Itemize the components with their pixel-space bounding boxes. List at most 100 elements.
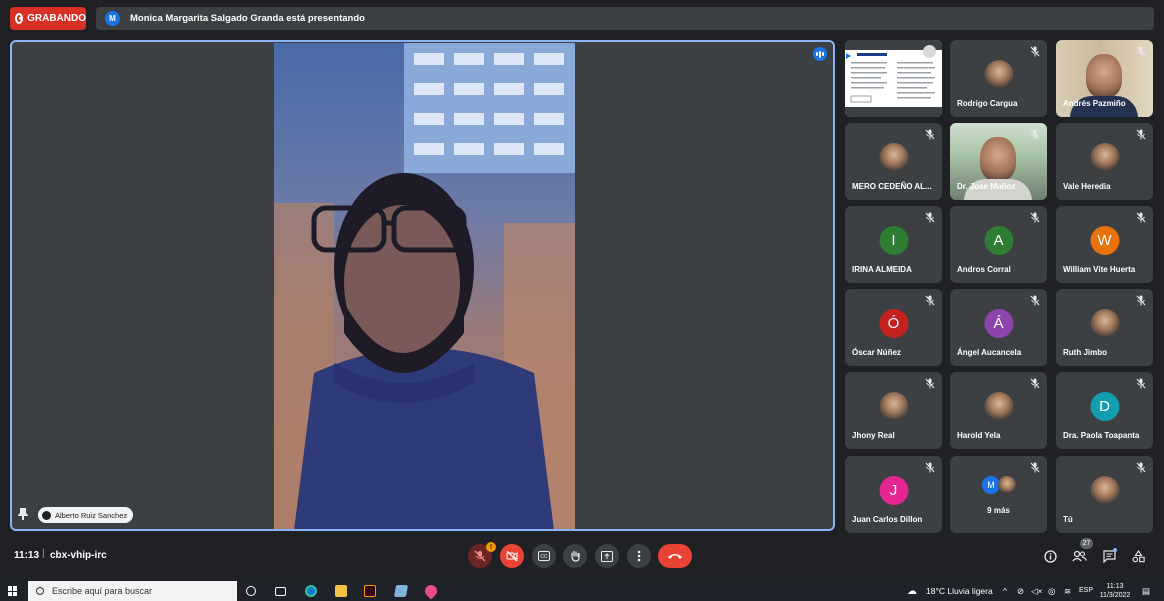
mic-off-icon bbox=[925, 129, 935, 140]
participant-avatar: I bbox=[879, 226, 908, 255]
participant-name: Dr. Jose Muñoz bbox=[957, 182, 1016, 191]
participant-tile[interactable]: Rodrigo Cargua bbox=[950, 40, 1047, 117]
pin-icon[interactable] bbox=[17, 507, 29, 521]
leave-call-button[interactable] bbox=[658, 544, 692, 568]
participant-avatar bbox=[984, 60, 1013, 89]
participant-avatar: Á bbox=[984, 309, 1013, 338]
people-button[interactable] bbox=[1071, 548, 1087, 564]
participant-name: 9 más bbox=[987, 506, 1010, 515]
camera-button[interactable] bbox=[500, 544, 524, 568]
participant-tile[interactable]: J Juan Carlos Dillon bbox=[845, 456, 942, 533]
participant-avatar bbox=[879, 143, 908, 172]
illustrator-icon[interactable] bbox=[364, 585, 376, 597]
volume-icon[interactable]: ◁× bbox=[1031, 586, 1043, 597]
info-icon bbox=[1043, 549, 1057, 563]
camera-off-icon bbox=[506, 550, 518, 562]
unpin-icon[interactable] bbox=[923, 45, 936, 58]
record-icon bbox=[15, 13, 24, 24]
wifi-icon[interactable]: ≋ bbox=[1064, 586, 1071, 597]
presenter-avatar: M bbox=[105, 11, 120, 26]
present-button[interactable] bbox=[595, 544, 619, 568]
participant-tile[interactable]: MERO CEDEÑO AL... bbox=[845, 123, 942, 200]
participant-tile[interactable]: Jhony Real bbox=[845, 372, 942, 449]
mic-off-icon bbox=[1136, 462, 1146, 473]
avatar-letter: M bbox=[987, 480, 995, 490]
mic-off-icon bbox=[1136, 46, 1146, 57]
mic-off-icon bbox=[1030, 295, 1040, 306]
participant-tile[interactable]: Á Ángel Aucancela bbox=[950, 289, 1047, 366]
edge-browser-icon[interactable] bbox=[305, 585, 317, 597]
notifications-icon[interactable]: ▤ bbox=[1142, 586, 1150, 597]
network-icon[interactable]: ◎ bbox=[1048, 586, 1055, 597]
participant-tile[interactable]: Dr. Jose Muñoz bbox=[950, 123, 1047, 200]
participant-face bbox=[980, 137, 1016, 181]
meet-tray-icon[interactable]: ⊘ bbox=[1017, 586, 1024, 597]
raise-hand-button[interactable] bbox=[563, 544, 587, 568]
participant-name: Harold Yela bbox=[957, 431, 1001, 440]
windows-start-icon[interactable] bbox=[8, 586, 18, 596]
file-explorer-icon[interactable] bbox=[335, 585, 347, 597]
participant-tile[interactable]: Vale Heredia bbox=[1056, 123, 1153, 200]
mic-off-icon bbox=[1030, 378, 1040, 389]
speaker-name-chip: Alberto Ruiz Sanchez bbox=[38, 507, 134, 523]
cortana-icon[interactable] bbox=[246, 586, 256, 596]
participant-avatar bbox=[1090, 309, 1119, 338]
mic-off-icon bbox=[925, 212, 935, 223]
meeting-details-button[interactable] bbox=[1042, 548, 1058, 564]
avatar-letter: A bbox=[993, 232, 1004, 249]
main-speaker-tile[interactable]: Alberto Ruiz Sanchez bbox=[10, 40, 835, 531]
participant-name: William Vite Huerta bbox=[1063, 265, 1136, 274]
participant-tile[interactable]: I IRINA ALMEIDA bbox=[845, 206, 942, 283]
task-view-icon[interactable] bbox=[275, 587, 286, 596]
participant-avatar: D bbox=[1090, 392, 1119, 421]
paint-app-icon[interactable] bbox=[422, 582, 440, 600]
presenter-banner[interactable]: M Monica Margarita Salgado Granda está p… bbox=[96, 7, 1154, 30]
activities-button[interactable] bbox=[1130, 548, 1146, 564]
people-count-badge: 27 bbox=[1080, 538, 1093, 549]
more-options-button[interactable] bbox=[627, 544, 651, 568]
participant-tile[interactable] bbox=[845, 40, 942, 117]
participant-tile[interactable]: Ruth Jimbo bbox=[1056, 289, 1153, 366]
participant-name: Tú bbox=[1063, 515, 1073, 524]
weather-text[interactable]: 18°C Lluvia ligera bbox=[926, 586, 993, 596]
search-icon bbox=[36, 587, 44, 595]
participant-tile[interactable]: M 9 más bbox=[950, 456, 1047, 533]
participant-name: Óscar Núñez bbox=[852, 348, 901, 357]
speaker-video bbox=[274, 43, 575, 529]
mic-off-icon bbox=[1136, 129, 1146, 140]
mic-warning-badge: ! bbox=[486, 542, 496, 552]
chat-button[interactable] bbox=[1101, 548, 1117, 564]
participant-tile[interactable]: Harold Yela bbox=[950, 372, 1047, 449]
participant-tile[interactable]: D Dra. Paola Toapanta bbox=[1056, 372, 1153, 449]
speaker-video-frame bbox=[274, 43, 575, 529]
participant-tile[interactable]: Andrés Pazmiño bbox=[1056, 40, 1153, 117]
mic-off-icon bbox=[1030, 129, 1040, 140]
mic-off-icon bbox=[1136, 295, 1146, 306]
taskbar-search[interactable]: Escribe aquí para buscar bbox=[28, 581, 237, 601]
more-vert-icon bbox=[637, 550, 641, 562]
participant-avatar bbox=[984, 392, 1013, 421]
participant-avatar bbox=[1090, 143, 1119, 172]
captions-button[interactable]: CC bbox=[532, 544, 556, 568]
chat-notification-dot bbox=[1113, 548, 1117, 552]
avatar-letter: Ó bbox=[887, 315, 900, 332]
taskbar-clock[interactable]: 11:13 11/3/2022 bbox=[1098, 582, 1132, 600]
recording-badge[interactable]: GRABANDO bbox=[10, 7, 86, 30]
avatar-letter: Á bbox=[993, 315, 1004, 332]
tray-chevron-icon[interactable]: ^ bbox=[1003, 586, 1007, 596]
speaker-name: Alberto Ruiz Sanchez bbox=[55, 510, 128, 520]
participant-tile[interactable]: Tú bbox=[1056, 456, 1153, 533]
participant-tile[interactable]: W William Vite Huerta bbox=[1056, 206, 1153, 283]
participant-name: MERO CEDEÑO AL... bbox=[852, 182, 932, 191]
present-screen-icon bbox=[601, 550, 613, 562]
meet-window: GRABANDO M Monica Margarita Salgado Gran… bbox=[0, 0, 1164, 601]
people-icon bbox=[1071, 550, 1087, 562]
avatar-letter: D bbox=[1099, 398, 1110, 415]
participant-tile[interactable]: A Andros Corral bbox=[950, 206, 1047, 283]
activities-icon bbox=[1132, 549, 1145, 562]
language-indicator[interactable]: ESP bbox=[1079, 587, 1093, 594]
participant-tile[interactable]: Ó Óscar Núñez bbox=[845, 289, 942, 366]
app-icon[interactable] bbox=[393, 585, 409, 597]
recording-label: GRABANDO bbox=[27, 13, 86, 24]
participant-avatar: Ó bbox=[879, 309, 908, 338]
